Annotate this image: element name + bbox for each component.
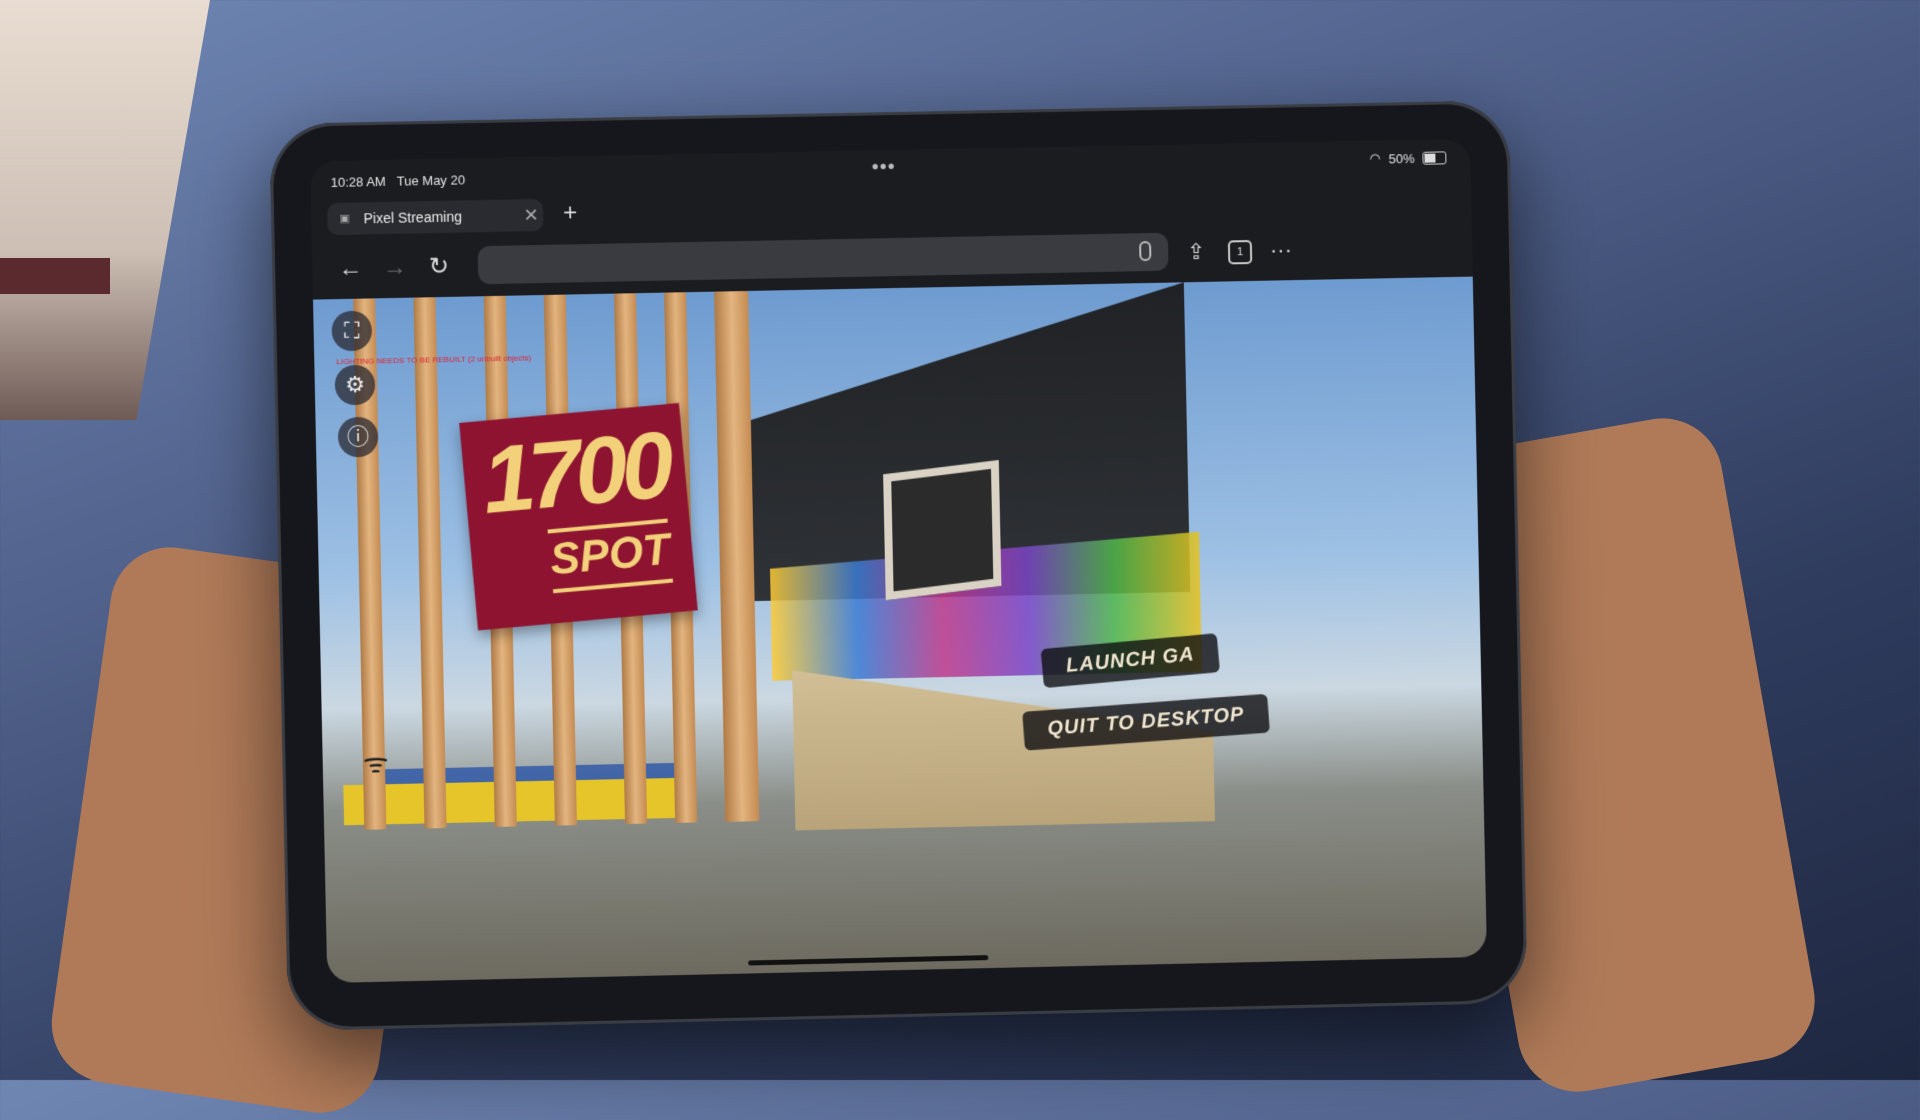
connection-strength-icon: ᯤ <box>363 743 389 782</box>
status-right: ◠ 50% <box>1369 149 1446 166</box>
tabs-overview-button[interactable]: 1 <box>1228 240 1252 264</box>
status-date: Tue May 20 <box>397 172 466 188</box>
new-tab-button[interactable]: + <box>555 198 586 231</box>
background-shelf <box>0 0 210 420</box>
battery-icon <box>1422 151 1446 164</box>
sign-number: 1700 <box>478 411 673 535</box>
wifi-icon: ◠ <box>1369 151 1381 167</box>
status-time: 10:28 AM Tue May 20 <box>330 172 465 190</box>
tablet-screen: 10:28 AM Tue May 20 ••• ◠ 50% ▣ Pixel St… <box>310 139 1487 983</box>
address-bar[interactable] <box>478 233 1169 285</box>
battery-percent: 50% <box>1388 150 1414 165</box>
building-window <box>883 460 1001 601</box>
share-button[interactable]: ⇪ <box>1178 234 1215 271</box>
close-tab-button[interactable]: ✕ <box>519 204 544 225</box>
back-button[interactable]: ← <box>332 250 369 287</box>
page-icon: ▣ <box>339 212 353 226</box>
multitasking-dots[interactable]: ••• <box>871 156 895 179</box>
background-shelf-band <box>0 258 110 294</box>
tab-pixel-streaming[interactable]: ▣ Pixel Streaming ✕ <box>327 199 543 235</box>
mic-icon[interactable] <box>1139 241 1151 261</box>
forward-button[interactable]: → <box>376 250 413 287</box>
status-clock: 10:28 AM <box>330 174 385 190</box>
fence-slat <box>714 291 759 822</box>
more-button[interactable]: ··· <box>1263 232 1300 269</box>
pixel-streaming-viewport[interactable]: 1700 SPOT ⛶ LIGHTING NEEDS TO BE REBUILT… <box>313 277 1487 983</box>
tab-title: Pixel Streaming <box>363 207 519 226</box>
1700-spot-sign: 1700 SPOT <box>459 403 698 630</box>
tablet-device: 10:28 AM Tue May 20 ••• ◠ 50% ▣ Pixel St… <box>269 100 1528 1031</box>
reload-button[interactable]: ↻ <box>420 249 457 286</box>
home-indicator[interactable] <box>748 955 988 965</box>
fence-slat <box>413 297 446 828</box>
sign-word: SPOT <box>548 525 672 586</box>
